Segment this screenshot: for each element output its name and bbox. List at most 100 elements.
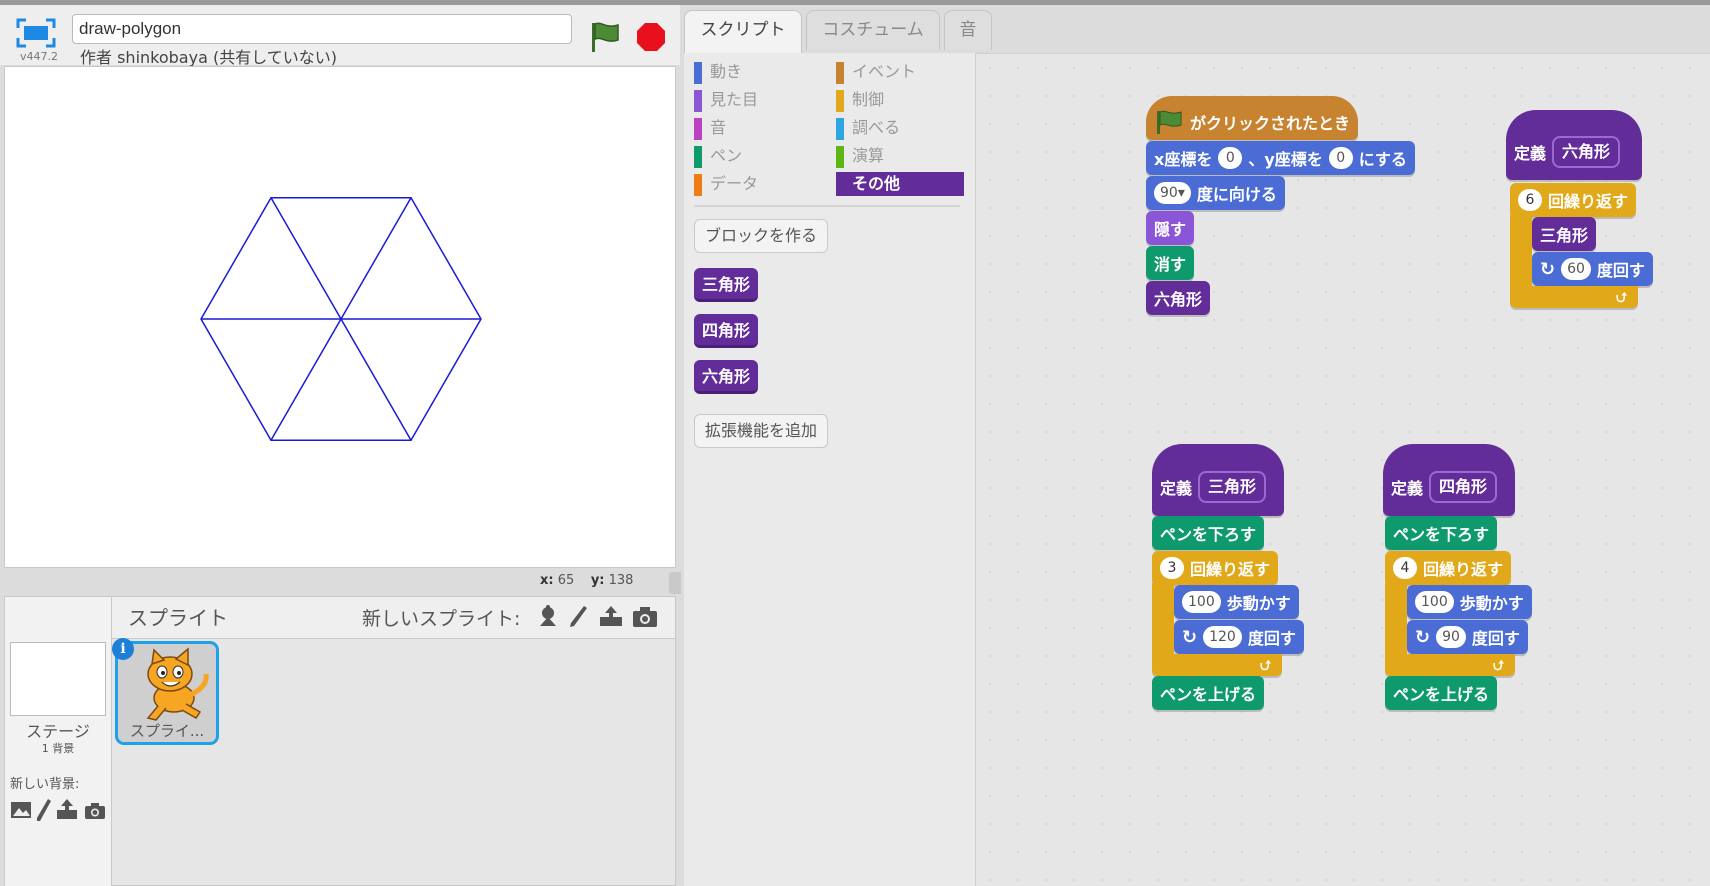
upload-backdrop-icon[interactable]	[56, 798, 78, 820]
category-pen[interactable]: ペン	[694, 144, 822, 168]
pen-up-block[interactable]: ペンを上げる	[1385, 676, 1498, 710]
x-input[interactable]: 0	[1218, 147, 1243, 169]
upload-sprite-icon[interactable]	[598, 604, 622, 628]
repeat-count-input[interactable]: 3	[1160, 557, 1184, 579]
rotate-right-icon: ↻	[1540, 258, 1556, 280]
stage-size-toggle[interactable]	[669, 572, 681, 594]
move-steps-block[interactable]: 100 歩動かす	[1407, 585, 1532, 619]
fullscreen-icon[interactable]	[16, 18, 56, 48]
point-direction-block[interactable]: 90▾ 度に向ける	[1146, 176, 1285, 210]
direction-dropdown[interactable]: 90▾	[1154, 182, 1191, 204]
block-label: x座標を	[1154, 150, 1213, 169]
category-label: 音	[710, 118, 727, 137]
custom-block-name: 三角形	[1198, 471, 1267, 503]
y-input[interactable]: 0	[1328, 147, 1353, 169]
category-data[interactable]: データ	[694, 172, 822, 196]
block-label: 消す	[1154, 255, 1187, 274]
repeat-block[interactable]: 3 回繰り返す	[1152, 551, 1279, 585]
define-hexagon-block[interactable]: 定義 六角形	[1506, 110, 1642, 180]
backdrop-library-icon[interactable]	[10, 800, 32, 820]
category-motion[interactable]: 動き	[694, 60, 822, 84]
hexagon-spoke	[270, 318, 342, 441]
turn-right-block[interactable]: ↻ 60 度回す	[1532, 252, 1653, 286]
green-flag-button[interactable]	[588, 20, 622, 54]
turn-right-block[interactable]: ↻ 90 度回す	[1407, 620, 1528, 654]
stage-canvas[interactable]	[4, 66, 676, 568]
y-coord-value: 138	[608, 573, 634, 588]
repeat-block[interactable]: 6 回繰り返す	[1510, 183, 1637, 217]
block-label: 定義	[1160, 479, 1193, 498]
sprite-info-icon[interactable]: i	[112, 638, 134, 660]
palette-block-hexagon[interactable]: 六角形	[694, 360, 759, 394]
chevron-down-icon: ▾	[1177, 185, 1185, 201]
block-label: 、y座標を	[1248, 150, 1323, 169]
tab-sounds[interactable]: 音	[944, 10, 992, 50]
category-more-blocks[interactable]: その他	[836, 172, 964, 196]
category-sensing[interactable]: 調べる	[836, 116, 964, 140]
tab-scripts[interactable]: スクリプト	[684, 10, 802, 54]
custom-block-name: 四角形	[1429, 471, 1498, 503]
version-label: v447.2	[20, 50, 59, 63]
camera-sprite-icon[interactable]	[632, 606, 657, 630]
category-sound[interactable]: 音	[694, 116, 822, 140]
repeat-count-input[interactable]: 6	[1518, 189, 1542, 211]
turn-degrees-input[interactable]: 120	[1203, 626, 1242, 648]
pen-down-block[interactable]: ペンを下ろす	[1152, 516, 1265, 550]
move-steps-input[interactable]: 100	[1182, 591, 1221, 613]
stop-icon	[637, 23, 665, 51]
sprite-library-icon[interactable]	[536, 604, 560, 628]
cat-sprite-icon	[146, 647, 209, 721]
camera-backdrop-icon[interactable]	[84, 802, 106, 820]
category-label: その他	[852, 174, 901, 193]
pen-down-block[interactable]: ペンを下ろす	[1385, 516, 1498, 550]
define-square-block[interactable]: 定義 四角形	[1383, 444, 1515, 516]
loop-arrow-icon: ⮍	[1493, 658, 1505, 674]
block-label: ペンを上げる	[1160, 685, 1257, 704]
goto-xy-block[interactable]: x座標を 0 、y座標を 0 にする	[1146, 141, 1415, 175]
green-flag-icon	[592, 22, 619, 52]
x-coord-value: 65	[557, 573, 575, 588]
paint-backdrop-icon[interactable]	[36, 798, 52, 822]
palette-block-square[interactable]: 四角形	[694, 314, 759, 348]
turn-degrees-input[interactable]: 60	[1561, 258, 1591, 280]
add-extension-button[interactable]: 拡張機能を追加	[694, 414, 829, 448]
hide-block[interactable]: 隠す	[1146, 211, 1195, 245]
call-triangle-block[interactable]: 三角形	[1532, 217, 1597, 251]
category-control[interactable]: 制御	[836, 88, 964, 112]
turn-right-block[interactable]: ↻ 120 度回す	[1174, 620, 1304, 654]
move-steps-input[interactable]: 100	[1415, 591, 1454, 613]
new-backdrop-label: 新しい背景:	[10, 777, 80, 792]
tab-costumes[interactable]: コスチューム	[806, 10, 940, 50]
block-label: 度回す	[1471, 629, 1520, 648]
block-label: ペンを下ろす	[1393, 525, 1490, 544]
category-color-bar	[694, 174, 702, 196]
category-color-bar	[694, 62, 702, 84]
repeat-block[interactable]: 4 回繰り返す	[1385, 551, 1512, 585]
category-looks[interactable]: 見た目	[694, 88, 822, 112]
when-flag-clicked-block[interactable]: がクリックされたとき	[1146, 96, 1359, 140]
move-steps-block[interactable]: 100 歩動かす	[1174, 585, 1299, 619]
block-label: 定義	[1514, 144, 1547, 163]
turn-degrees-input[interactable]: 90	[1436, 626, 1466, 648]
y-coord-label: y:	[590, 573, 605, 588]
pen-drawing	[200, 197, 482, 441]
category-label: イベント	[852, 62, 917, 81]
project-title-input[interactable]	[72, 14, 572, 44]
palette-block-triangle[interactable]: 三角形	[694, 268, 759, 302]
sprite-name: スプライ...	[129, 722, 205, 740]
make-block-button[interactable]: ブロックを作る	[694, 219, 829, 253]
stage-thumbnail[interactable]	[10, 642, 106, 716]
backdrop-count: 1 背景	[41, 742, 75, 755]
repeat-count-input[interactable]: 4	[1393, 557, 1417, 579]
stop-button[interactable]	[636, 22, 666, 52]
category-events[interactable]: イベント	[836, 60, 964, 84]
block-label: 回繰り返す	[1423, 560, 1504, 579]
block-label: 歩動かす	[1226, 594, 1291, 613]
define-triangle-block[interactable]: 定義 三角形	[1152, 444, 1284, 516]
call-hexagon-block[interactable]: 六角形	[1146, 281, 1211, 315]
stage-label: ステージ	[26, 722, 90, 741]
pen-up-block[interactable]: ペンを上げる	[1152, 676, 1265, 710]
paint-sprite-icon[interactable]	[566, 604, 590, 628]
category-operators[interactable]: 演算	[836, 144, 964, 168]
clear-block[interactable]: 消す	[1146, 246, 1195, 280]
